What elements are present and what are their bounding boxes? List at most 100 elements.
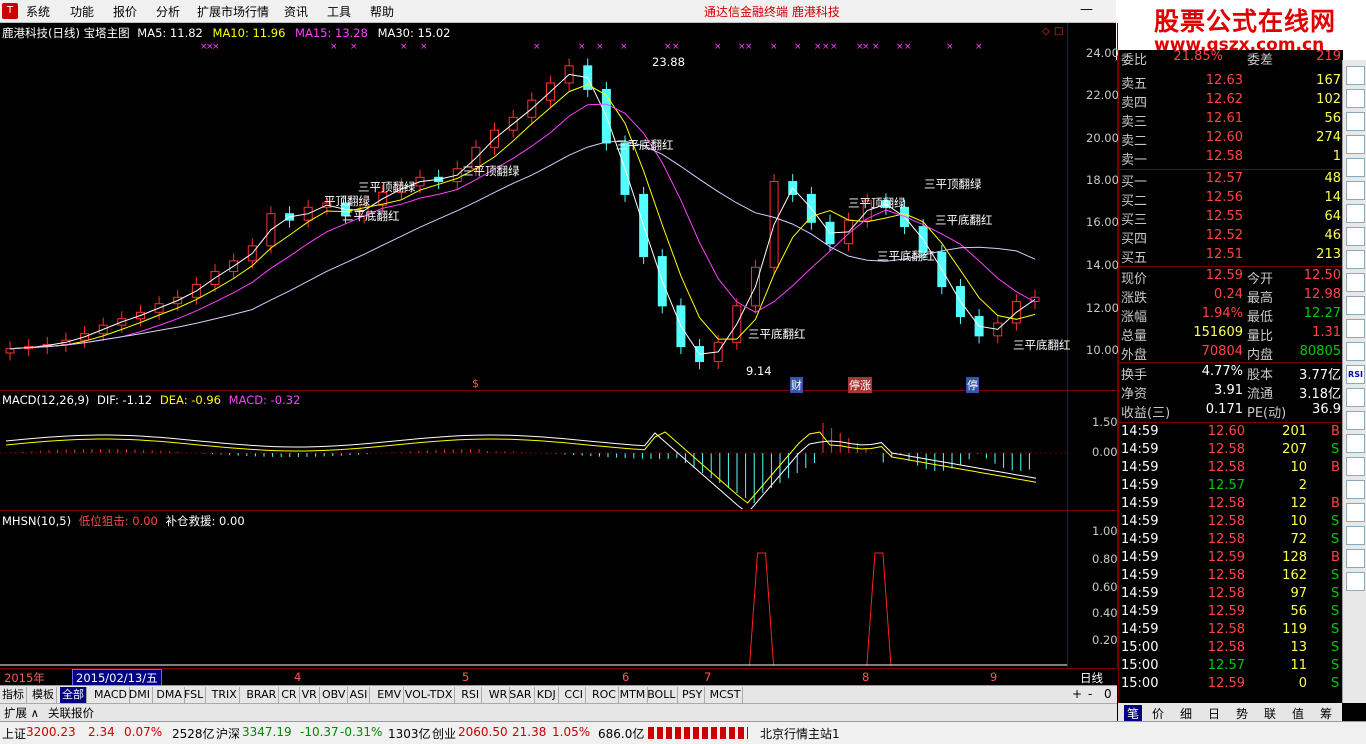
signal-strength-icon xyxy=(648,727,748,739)
tab-indicator-kdj[interactable]: KDJ xyxy=(535,687,559,703)
tool-icon-strip: RSI xyxy=(1342,60,1366,703)
day-icon[interactable] xyxy=(1346,549,1365,568)
quote-tab[interactable]: 日 xyxy=(1208,705,1220,722)
window-icon[interactable] xyxy=(1346,388,1365,407)
event-marker[interactable]: 财 xyxy=(790,377,803,393)
menu-item-news[interactable]: 资讯 xyxy=(284,3,308,20)
compare-icon[interactable] xyxy=(1346,434,1365,453)
signal-x-marker: × xyxy=(578,42,586,52)
quote-tab[interactable]: 联 xyxy=(1264,705,1276,722)
menu-item-extended-market[interactable]: 扩展市场行情 xyxy=(197,3,269,20)
week-icon[interactable] xyxy=(1346,572,1365,591)
related-quote-button[interactable]: 关联报价 xyxy=(48,705,94,721)
menu-item-function[interactable]: 功能 xyxy=(70,3,94,20)
tab-indicator-mtm[interactable]: MTM xyxy=(618,687,649,703)
period-label[interactable]: 日线 xyxy=(1080,670,1103,686)
stat-row: 收益(三) 0.171 PE(动) 36.9 xyxy=(1119,401,1343,421)
zoom-out-button[interactable]: - xyxy=(1088,687,1092,701)
minimize-icon[interactable]: — xyxy=(1080,2,1093,17)
chart-icon[interactable] xyxy=(1346,66,1365,85)
quote-tab[interactable]: 细 xyxy=(1180,705,1192,722)
tab-indicators[interactable]: 指标 xyxy=(0,687,27,703)
tab-indicator-brar[interactable]: BRAR xyxy=(244,687,280,703)
macd-chart[interactable] xyxy=(0,403,1067,509)
stat-label: 净资 xyxy=(1121,387,1148,402)
event-marker[interactable]: 停涨 xyxy=(848,377,872,393)
stat-value: 0.24 xyxy=(1214,287,1243,302)
quote-tab[interactable]: 笔 xyxy=(1124,705,1143,722)
signal-label: 三平顶翻绿 xyxy=(848,196,906,210)
y-tick-label: 18.00 xyxy=(1086,173,1119,187)
quote-tab[interactable]: 值 xyxy=(1292,705,1304,722)
ask-level-label: 卖四 xyxy=(1121,96,1148,111)
server-station[interactable]: 北京行情主站1 xyxy=(760,725,840,742)
tab-indicator-vr[interactable]: VR xyxy=(300,687,320,703)
tab-indicator-sar[interactable]: SAR xyxy=(507,687,535,703)
tab-indicator-psy[interactable]: PSY xyxy=(680,687,706,703)
tab-indicator-cci[interactable]: CCI xyxy=(562,687,586,703)
tab-indicator-vol-tdx[interactable]: VOL-TDX xyxy=(403,687,456,703)
square-icon[interactable]: □ xyxy=(1054,26,1063,37)
tab-indicator-trix[interactable]: TRIX xyxy=(210,687,240,703)
bar-icon[interactable] xyxy=(1346,273,1365,292)
export-icon[interactable] xyxy=(1346,480,1365,499)
news-icon[interactable] xyxy=(1346,158,1365,177)
bid-row: 买二 12.56 14 xyxy=(1119,189,1343,209)
settings-icon[interactable] xyxy=(1346,503,1365,522)
menu-item-analysis[interactable]: 分析 xyxy=(156,3,180,20)
tick-row: 14:59 12.58 207 S xyxy=(1119,441,1343,460)
tab-indicator-boll[interactable]: BOLL xyxy=(645,687,679,703)
menu-item-quote[interactable]: 报价 xyxy=(113,3,137,20)
menu-item-system[interactable]: 系统 xyxy=(26,3,50,20)
reset-zoom-button[interactable]: 0 xyxy=(1104,687,1112,701)
grid-icon[interactable] xyxy=(1346,112,1365,131)
rsi-icon[interactable]: RSI xyxy=(1346,365,1365,384)
alert-icon[interactable] xyxy=(1346,457,1365,476)
menu-item-help[interactable]: 帮助 xyxy=(370,3,394,20)
stat-value: 3.18亿 xyxy=(1299,387,1341,402)
tab-indicator-fsl[interactable]: FSL xyxy=(182,687,207,703)
y-tick-label: 10.00 xyxy=(1086,343,1119,357)
tab-indicator-dma[interactable]: DMA xyxy=(154,687,185,703)
finance-icon[interactable] xyxy=(1346,204,1365,223)
tab-templates[interactable]: 模板 xyxy=(30,687,57,703)
candle-icon[interactable] xyxy=(1346,296,1365,315)
expand-button[interactable]: 扩展 ∧ xyxy=(4,705,39,721)
tab-indicator-mcst[interactable]: MCST xyxy=(708,687,744,703)
tab-all[interactable]: 全部 xyxy=(60,687,87,703)
calendar-icon[interactable] xyxy=(1346,181,1365,200)
trend-icon[interactable] xyxy=(1346,250,1365,269)
tool-icon[interactable] xyxy=(1346,411,1365,430)
quote-tab[interactable]: 价 xyxy=(1152,705,1164,722)
tab-indicator-asi[interactable]: ASI xyxy=(348,687,371,703)
list-icon[interactable] xyxy=(1346,89,1365,108)
tab-indicator-dmi[interactable]: DMI xyxy=(127,687,154,703)
tab-indicator-rsi[interactable]: RSI xyxy=(459,687,483,703)
quote-tab[interactable]: 势 xyxy=(1236,705,1248,722)
mhsn-chart[interactable] xyxy=(0,523,1067,667)
main-title: 鹿港科技(日线) 宝塔主图 xyxy=(2,26,130,40)
tab-indicator-obv[interactable]: OBV xyxy=(320,687,349,703)
y-tick-label: 22.00 xyxy=(1086,88,1119,102)
menu-icon[interactable] xyxy=(1346,526,1365,545)
sz-index-value: 3347.19 xyxy=(242,725,292,739)
fx-icon[interactable] xyxy=(1346,319,1365,338)
diamond-icon[interactable]: ◇ xyxy=(1042,26,1050,37)
info-icon[interactable] xyxy=(1346,135,1365,154)
event-marker[interactable]: 停 xyxy=(966,377,979,393)
tab-indicator-cr[interactable]: CR xyxy=(279,687,300,703)
stat-value: 3.77亿 xyxy=(1299,368,1341,383)
menu-item-tools[interactable]: 工具 xyxy=(327,3,351,20)
mhsn-y-tick: 0.20 xyxy=(1092,633,1118,647)
ma5-label: MA5: 11.82 xyxy=(137,26,203,40)
tab-indicator-emv[interactable]: EMV xyxy=(375,687,405,703)
price-chart[interactable]: ××× × × × × × × × × × × × × × × × × × × ×× × × × × × xyxy=(0,41,1067,389)
event-marker[interactable]: $ xyxy=(472,377,479,390)
chart-area[interactable]: 鹿港科技(日线) 宝塔主图 MA5: 11.82 MA10: 11.96 MA1… xyxy=(0,23,1119,668)
tab-indicator-roc[interactable]: ROC xyxy=(590,687,619,703)
book-icon[interactable] xyxy=(1346,342,1365,361)
f10-icon[interactable] xyxy=(1346,227,1365,246)
zoom-in-button[interactable]: + xyxy=(1072,687,1082,701)
quote-tab[interactable]: 筹 xyxy=(1320,705,1332,722)
tab-indicator-macd[interactable]: MACD xyxy=(92,687,130,703)
